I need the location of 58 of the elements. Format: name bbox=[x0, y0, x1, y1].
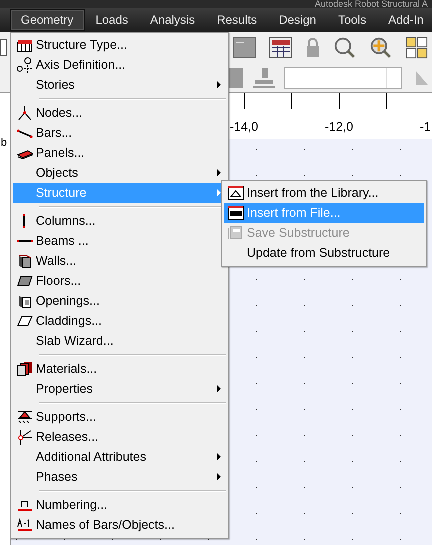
submenu-arrow-icon bbox=[217, 385, 221, 393]
menu-item[interactable]: Phases bbox=[13, 467, 226, 487]
axis-icon bbox=[16, 57, 32, 73]
menu-item[interactable]: Add-In bbox=[377, 9, 432, 31]
file-icon bbox=[228, 205, 244, 221]
release-icon bbox=[16, 429, 32, 445]
menu-item[interactable]: Structure Type... bbox=[13, 35, 226, 55]
toolbar-icon[interactable] bbox=[0, 38, 8, 58]
menu-item[interactable]: Design bbox=[268, 9, 328, 31]
menu-item[interactable]: Axis Definition... bbox=[13, 55, 226, 75]
ruler-label: -14,0 bbox=[230, 119, 258, 135]
ruler-label: -12,0 bbox=[325, 119, 354, 135]
ruler-label: -1 bbox=[420, 119, 432, 135]
frame-icon bbox=[16, 37, 32, 53]
window-icon[interactable] bbox=[233, 37, 257, 59]
menu-item[interactable]: Supports... bbox=[13, 407, 226, 427]
dropdown-field[interactable] bbox=[284, 67, 402, 89]
submenu-arrow-icon bbox=[217, 473, 221, 481]
menu-item[interactable]: Materials... bbox=[13, 359, 226, 379]
save-icon bbox=[228, 225, 244, 241]
node-icon bbox=[16, 105, 32, 121]
menu-item[interactable]: Nodes... bbox=[13, 103, 226, 123]
wall-icon bbox=[16, 253, 32, 269]
menu-item[interactable]: Insert from the Library... bbox=[224, 183, 424, 203]
materials-icon bbox=[16, 361, 32, 377]
beam-icon bbox=[16, 240, 32, 242]
window-title: Autodesk Robot Structural A bbox=[314, 0, 429, 8]
menu-item[interactable]: Floors... bbox=[13, 271, 226, 291]
menu-item[interactable]: Numbering... bbox=[13, 495, 226, 515]
menu-item[interactable]: Properties bbox=[13, 379, 226, 399]
zoom-icon[interactable] bbox=[333, 37, 357, 59]
menu-item[interactable]: Names of Bars/Objects... bbox=[13, 515, 226, 535]
menu-item[interactable]: Releases... bbox=[13, 427, 226, 447]
table-icon[interactable] bbox=[269, 37, 293, 59]
menu-item[interactable]: Slab Wizard... bbox=[13, 331, 226, 351]
submenu-arrow-icon bbox=[217, 81, 221, 89]
menu-item[interactable]: Additional Attributes bbox=[13, 447, 226, 467]
menu-item[interactable]: Openings... bbox=[13, 291, 226, 311]
menu-item[interactable]: Loads bbox=[84, 9, 140, 31]
column-icon bbox=[23, 214, 26, 228]
names-icon bbox=[16, 517, 32, 533]
panel-label: b bbox=[1, 137, 8, 149]
menu-item[interactable]: Bars... bbox=[13, 123, 226, 143]
submenu-arrow-icon bbox=[217, 453, 221, 461]
menu-item[interactable]: Claddings... bbox=[13, 311, 226, 331]
menu-item[interactable]: Results bbox=[206, 9, 268, 31]
library-icon bbox=[228, 185, 244, 201]
zoom-views-icon[interactable] bbox=[405, 37, 429, 59]
support-icon bbox=[16, 409, 32, 425]
menu-item[interactable]: Tools bbox=[327, 9, 378, 31]
menu-item[interactable]: Geometry bbox=[10, 9, 85, 31]
menu-item[interactable]: Analysis bbox=[139, 9, 206, 31]
menu-item: Save Substructure bbox=[224, 223, 424, 243]
opening-icon bbox=[16, 293, 32, 309]
zoom-pan-icon[interactable] bbox=[369, 37, 393, 59]
menu-item[interactable]: Update from Substructure bbox=[224, 243, 424, 263]
menu-item[interactable]: Panels... bbox=[13, 143, 226, 163]
menu-item[interactable]: Stories bbox=[13, 75, 226, 95]
